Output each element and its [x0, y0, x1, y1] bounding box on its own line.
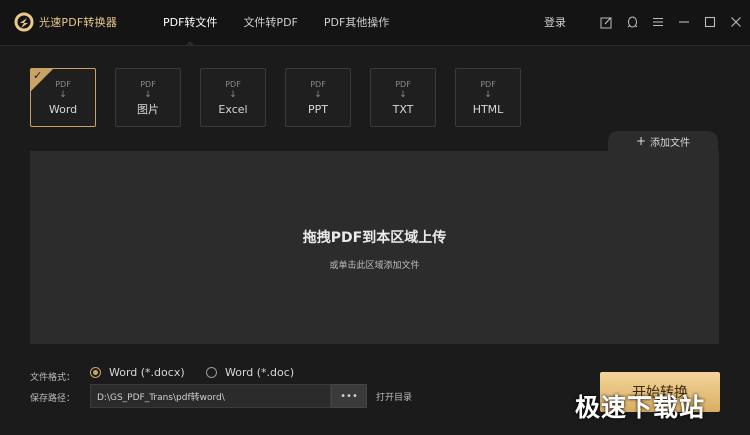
- plus-icon: +: [635, 134, 647, 148]
- check-icon: ✓: [33, 69, 43, 82]
- format-source-label: PDF: [140, 80, 156, 89]
- arrow-down-icon: ↓: [59, 90, 67, 100]
- file-drop-zone[interactable]: 拖拽PDF到本区域上传 或单击此区域添加文件: [30, 151, 719, 344]
- maximize-icon[interactable]: [702, 14, 718, 30]
- format-label: Excel: [218, 103, 248, 116]
- format-label: HTML: [472, 103, 504, 116]
- radio-doc-label: Word (*.doc): [225, 366, 295, 379]
- qq-icon[interactable]: [624, 14, 640, 30]
- arrow-down-icon: ↓: [144, 90, 152, 100]
- format-source-label: PDF: [480, 80, 496, 89]
- output-format-list: ✓ PDF ↓ Word PDF ↓ 图片 PDF ↓ Excel PDF ↓ …: [30, 68, 521, 127]
- main-nav: PDF转文件 文件转PDF PDF其他操作: [150, 0, 402, 46]
- format-card-txt[interactable]: PDF ↓ TXT: [370, 68, 436, 127]
- tab-pdf-other[interactable]: PDF其他操作: [311, 0, 402, 46]
- format-source-label: PDF: [225, 80, 241, 89]
- title-bar: 光速PDF转换器 PDF转文件 文件转PDF PDF其他操作 登录: [0, 0, 750, 46]
- save-path-label: 保存路径：: [30, 394, 76, 404]
- drop-zone-subtitle: 或单击此区域添加文件: [329, 261, 420, 271]
- browse-button[interactable]: •••: [331, 384, 367, 408]
- arrow-down-icon: ↓: [484, 90, 492, 100]
- radio-checked-icon: [90, 367, 101, 378]
- format-label: PPT: [308, 103, 328, 116]
- app-title: 光速PDF转换器: [39, 16, 118, 29]
- minimize-icon[interactable]: [676, 14, 692, 30]
- arrow-down-icon: ↓: [229, 90, 237, 100]
- drop-zone-title: 拖拽PDF到本区域上传: [302, 230, 447, 246]
- edit-icon[interactable]: [598, 14, 614, 30]
- add-file-label: 添加文件: [650, 137, 691, 149]
- save-path-input[interactable]: [90, 384, 331, 408]
- format-card-image[interactable]: PDF ↓ 图片: [115, 68, 181, 127]
- format-label: Word: [48, 103, 78, 116]
- format-label: TXT: [392, 103, 414, 116]
- app-logo: 光速PDF转换器: [14, 12, 117, 32]
- radio-docx[interactable]: Word (*.docx): [90, 366, 185, 379]
- format-label: 图片: [137, 103, 159, 116]
- menu-icon[interactable]: [650, 14, 666, 30]
- open-directory-link[interactable]: 打开目录: [376, 390, 412, 403]
- tab-pdf-to-file[interactable]: PDF转文件: [150, 0, 230, 46]
- format-card-ppt[interactable]: PDF ↓ PPT: [285, 68, 351, 127]
- format-option-label: 文件格式：: [30, 373, 76, 383]
- format-card-word[interactable]: ✓ PDF ↓ Word: [30, 68, 96, 127]
- watermark-text: 极速下载站: [575, 393, 706, 422]
- close-icon[interactable]: [728, 14, 744, 30]
- tab-file-to-pdf[interactable]: 文件转PDF: [230, 0, 310, 46]
- login-button[interactable]: 登录: [544, 0, 566, 46]
- radio-doc[interactable]: Word (*.doc): [206, 366, 294, 379]
- arrow-down-icon: ↓: [314, 90, 322, 100]
- arrow-down-icon: ↓: [399, 90, 407, 100]
- radio-docx-label: Word (*.docx): [109, 366, 185, 379]
- format-card-excel[interactable]: PDF ↓ Excel: [200, 68, 266, 127]
- logo-icon: [14, 12, 34, 32]
- add-file-button[interactable]: + 添加文件: [608, 131, 718, 151]
- window-controls: [598, 14, 744, 30]
- format-source-label: PDF: [395, 80, 411, 89]
- radio-unchecked-icon: [206, 367, 217, 378]
- format-card-html[interactable]: PDF ↓ HTML: [455, 68, 521, 127]
- format-source-label: PDF: [310, 80, 326, 89]
